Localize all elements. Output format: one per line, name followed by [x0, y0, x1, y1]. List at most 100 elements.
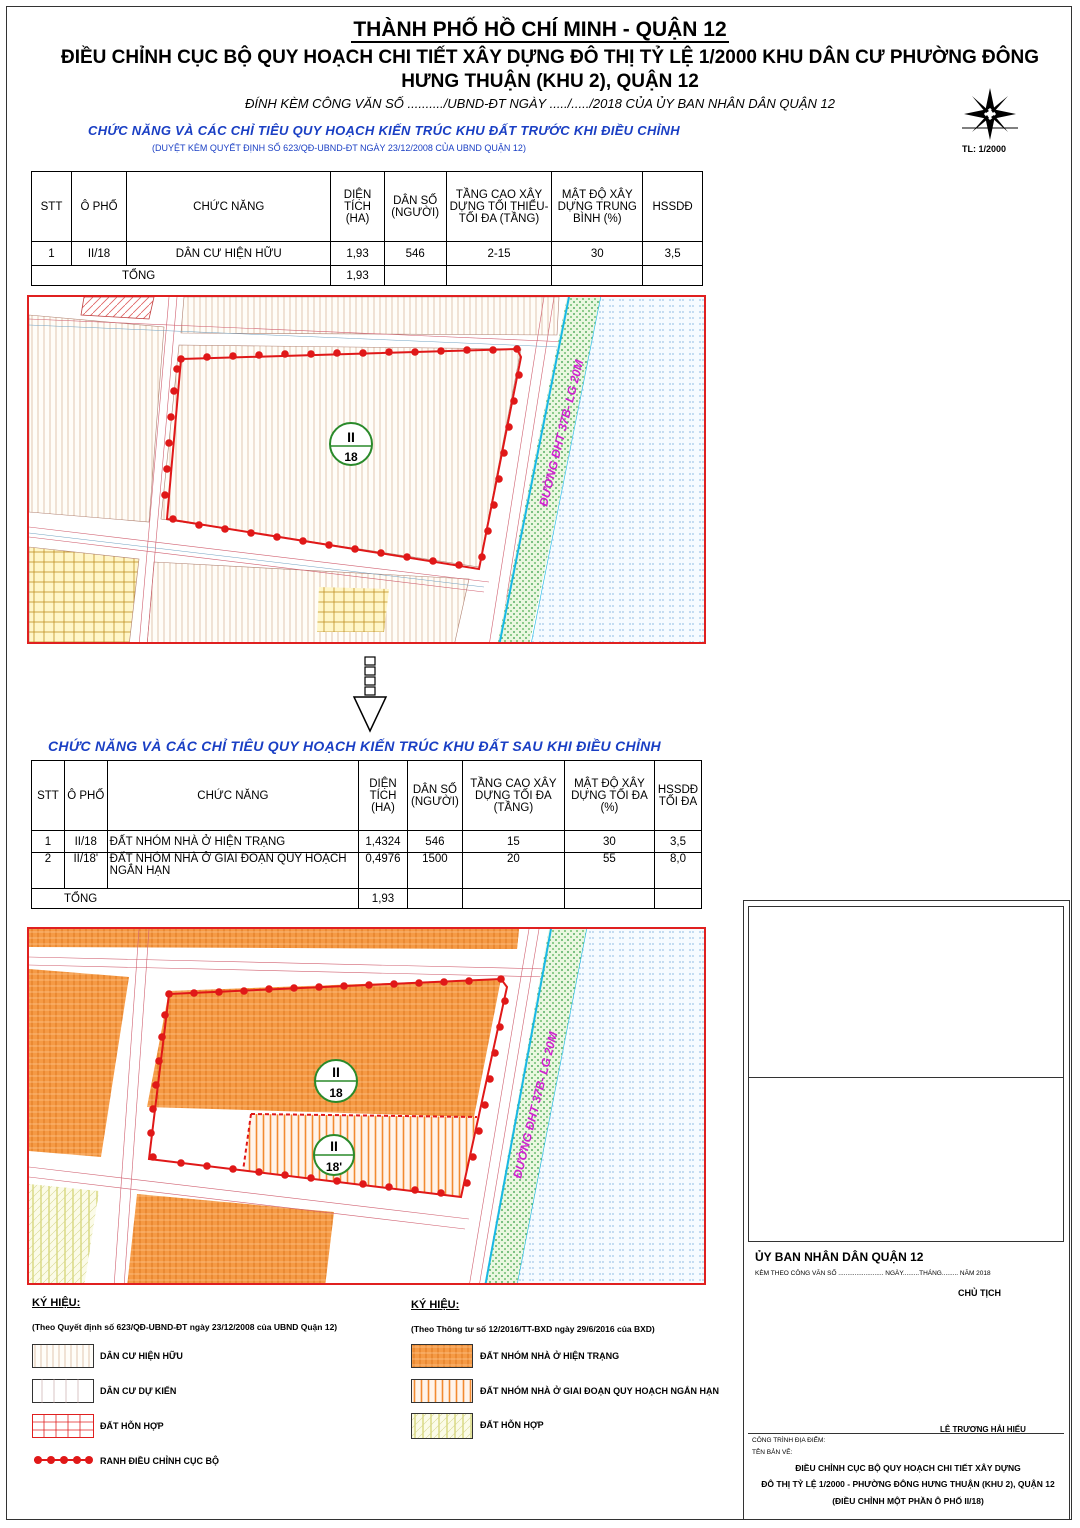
cell: II/18: [63, 830, 108, 853]
cell: II/18: [70, 241, 128, 266]
page-subtitle-line1: ĐIỀU CHỈNH CỤC BỘ QUY HOẠCH CHI TIẾT XÂY…: [60, 47, 1040, 68]
before-section-title: CHỨC NĂNG VÀ CÁC CHỈ TIÊU QUY HOẠCH KIẾN…: [88, 123, 680, 138]
block-label-1-upper: II: [332, 1064, 340, 1080]
drawing-title-line3: (ĐIỀU CHỈNH MỘT PHẦN Ô PHỐ II/18): [832, 1496, 984, 1506]
legend-left-item-2: DÂN CƯ DỰ KIẾN: [100, 1386, 177, 1396]
legend-swatch-mixed-old: [32, 1414, 94, 1438]
header-cell: Ô PHỐ: [63, 760, 108, 831]
before-table-header: STT Ô PHỐ CHỨC NĂNG DIỆN TÍCH (HA) DÂN S…: [31, 171, 703, 242]
cell: 2: [31, 852, 65, 889]
cell: 1: [31, 830, 65, 853]
cell: 2-15: [445, 241, 553, 266]
north-arrow-icon: [962, 88, 1018, 140]
after-section-title: CHỨC NĂNG VÀ CÁC CHỈ TIÊU QUY HOẠCH KIẾN…: [48, 738, 661, 754]
header-cell: DIỆN TÍCH (HA): [358, 760, 408, 831]
table-row: 2 II/18' ĐẤT NHÓM NHÀ Ở GIAI ĐOẠN QUY HO…: [31, 852, 703, 889]
org-name: ỦY BAN NHÂN DÂN QUẬN 12: [755, 1250, 924, 1264]
cell: 1,4324: [358, 830, 408, 853]
header-cell: MẬT ĐỘ XÂY DỰNG TỐI ĐA (%): [563, 760, 655, 831]
table-total-row: TỔNG 1,93: [30, 888, 703, 909]
legend-swatch-orange: [411, 1344, 473, 1368]
legend-swatch-boundary: [34, 1456, 93, 1464]
block-label-2-lower: 18': [326, 1160, 342, 1174]
block-label-top-upper: II: [347, 429, 355, 445]
drawing-label: TÊN BẢN VẼ:: [752, 1449, 793, 1456]
role-label: CHỦ TỊCH: [958, 1288, 1001, 1298]
drawing-title-line2: ĐÔ THỊ TỶ LỆ 1/2000 - PHƯỜNG ĐÔNG HƯNG T…: [761, 1479, 1055, 1489]
cell: 3,5: [653, 830, 703, 853]
cell: 0,4976: [358, 852, 408, 889]
map-after-canvas: II 18 II 18' ĐƯỜNG ĐHT 37B- LG 20M: [29, 929, 704, 1283]
page-title: THÀNH PHỐ HỒ CHÍ MINH - QUẬN 12: [351, 18, 729, 43]
signer-name: LÊ TRƯƠNG HẢI HIẾU: [940, 1425, 1026, 1434]
block-label-top: II 18: [329, 422, 373, 466]
cell: ĐẤT NHÓM NHÀ Ở GIAI ĐOẠN QUY HOẠCH NGẮN …: [106, 852, 360, 889]
total-label: TỔNG: [30, 265, 332, 286]
cell: 20: [461, 852, 565, 889]
down-arrow-icon: [352, 656, 388, 733]
legend-swatch-mixed: [411, 1413, 473, 1439]
table-row: 1 II/18 ĐẤT NHÓM NHÀ Ở HIỆN TRẠNG 1,4324…: [31, 830, 703, 853]
block-label-1-lower: 18: [329, 1086, 343, 1100]
map-after: II 18 II 18' ĐƯỜNG ĐHT 37B- LG 20M: [27, 927, 706, 1285]
block-label-2-upper: II: [330, 1138, 338, 1154]
block-label-2: II 18': [313, 1134, 355, 1176]
header-cell: DIỆN TÍCH (HA): [330, 171, 385, 242]
before-section-subtitle: (DUYỆT KÈM QUYẾT ĐỊNH SỐ 623/QĐ-UBND-ĐT …: [152, 143, 526, 153]
scale-label: TL: 1/2000: [962, 144, 1007, 154]
cell: 30: [551, 241, 644, 266]
block-label-top-lower: 18: [344, 450, 358, 464]
project-label: CÔNG TRÌNH ĐỊA ĐIỂM:: [752, 1437, 826, 1444]
cell: II/18': [63, 852, 108, 889]
table-total-row: TỔNG 1,93: [30, 265, 703, 286]
header-cell: STT: [31, 171, 72, 242]
page-note: ĐÍNH KÈM CÔNG VĂN SỐ ........../UBND-ĐT …: [245, 96, 835, 111]
legend-swatch-planned: [32, 1379, 94, 1403]
table-row: 1 II/18 DÂN CƯ HIỆN HỮU 1,93 546 2-15 30…: [31, 241, 703, 266]
cell: 15: [461, 830, 565, 853]
total-area: 1,93: [358, 888, 408, 909]
drawing-title-line1: ĐIỀU CHỈNH CỤC BỘ QUY HOẠCH CHI TIẾT XÂY…: [795, 1463, 1021, 1473]
legend-left-note: (Theo Quyết định số 623/QĐ-UBND-ĐT ngày …: [32, 1322, 338, 1332]
legend-swatch-orange-light: [411, 1379, 473, 1403]
legend-right-title: KÝ HIỆU:: [411, 1299, 460, 1311]
header-cell: Ô PHỐ: [70, 171, 128, 242]
before-table: STT Ô PHỐ CHỨC NĂNG DIỆN TÍCH (HA) DÂN S…: [30, 171, 703, 286]
total-area: 1,93: [330, 265, 385, 286]
header-cell: STT: [31, 760, 65, 831]
legend-right-item-1: ĐẤT NHÓM NHÀ Ở HIỆN TRẠNG: [480, 1351, 620, 1361]
cell: 55: [563, 852, 655, 889]
header-cell: MẬT ĐỘ XÂY DỰNG TRUNG BÌNH (%): [551, 171, 644, 242]
header-cell: DÂN SỐ (NGƯỜI): [383, 171, 447, 242]
legend-left-item-3: ĐẤT HỖN HỢP: [100, 1421, 164, 1431]
map-before-canvas: II 18 ĐƯỜNG ĐHT 37B- LG 20M: [29, 297, 704, 642]
header-cell: DÂN SỐ (NGƯỜI): [406, 760, 463, 831]
page-subtitle-line2: HƯNG THUẬN (KHU 2), QUẬN 12: [401, 71, 699, 92]
block-label-1: II 18: [314, 1059, 358, 1103]
cell: DÂN CƯ HIỆN HỮU: [126, 241, 332, 266]
legend-right-item-2: ĐẤT NHÓM NHÀ Ở GIAI ĐOẠN QUY HOẠCH NGẮN …: [480, 1386, 720, 1396]
map-before: II 18 ĐƯỜNG ĐHT 37B- LG 20M: [27, 295, 706, 644]
total-label: TỔNG: [30, 888, 360, 909]
cell: ĐẤT NHÓM NHÀ Ở HIỆN TRẠNG: [106, 830, 360, 853]
header-cell: CHỨC NĂNG: [106, 760, 360, 831]
legend-left-item-1: DÂN CƯ HIỆN HỮU: [100, 1351, 183, 1361]
legend-left-title: KÝ HIỆU:: [32, 1297, 81, 1309]
after-table: STT Ô PHỐ CHỨC NĂNG DIỆN TÍCH (HA) DÂN S…: [30, 760, 703, 909]
cell: 1: [31, 241, 72, 266]
title-block-inner: [748, 906, 1064, 1242]
cell: 1500: [406, 852, 463, 889]
cell: 30: [563, 830, 655, 853]
cell: 3,5: [642, 241, 703, 266]
ref-line: KÈM THEO CÔNG VĂN SỐ ...................…: [755, 1270, 991, 1277]
legend-left-item-4: RANH ĐIỀU CHỈNH CỤC BỘ: [100, 1456, 219, 1466]
header-cell: TẦNG CAO XÂY DỰNG TỐI ĐA (TẦNG): [461, 760, 565, 831]
header-cell: HSSDĐ TỐI ĐA: [653, 760, 703, 831]
header-cell: HSSDĐ: [642, 171, 703, 242]
legend-right-note: (Theo Thông tư số 12/2016/TT-BXD ngày 29…: [411, 1324, 655, 1334]
header-cell: TẦNG CAO XÂY DỰNG TỐI THIỂU- TỐI ĐA (TẦN…: [445, 171, 553, 242]
cell: 1,93: [330, 241, 385, 266]
cell: 546: [383, 241, 447, 266]
legend-swatch-existing: [32, 1344, 94, 1368]
legend-right-item-3: ĐẤT HỖN HỢP: [480, 1420, 544, 1430]
